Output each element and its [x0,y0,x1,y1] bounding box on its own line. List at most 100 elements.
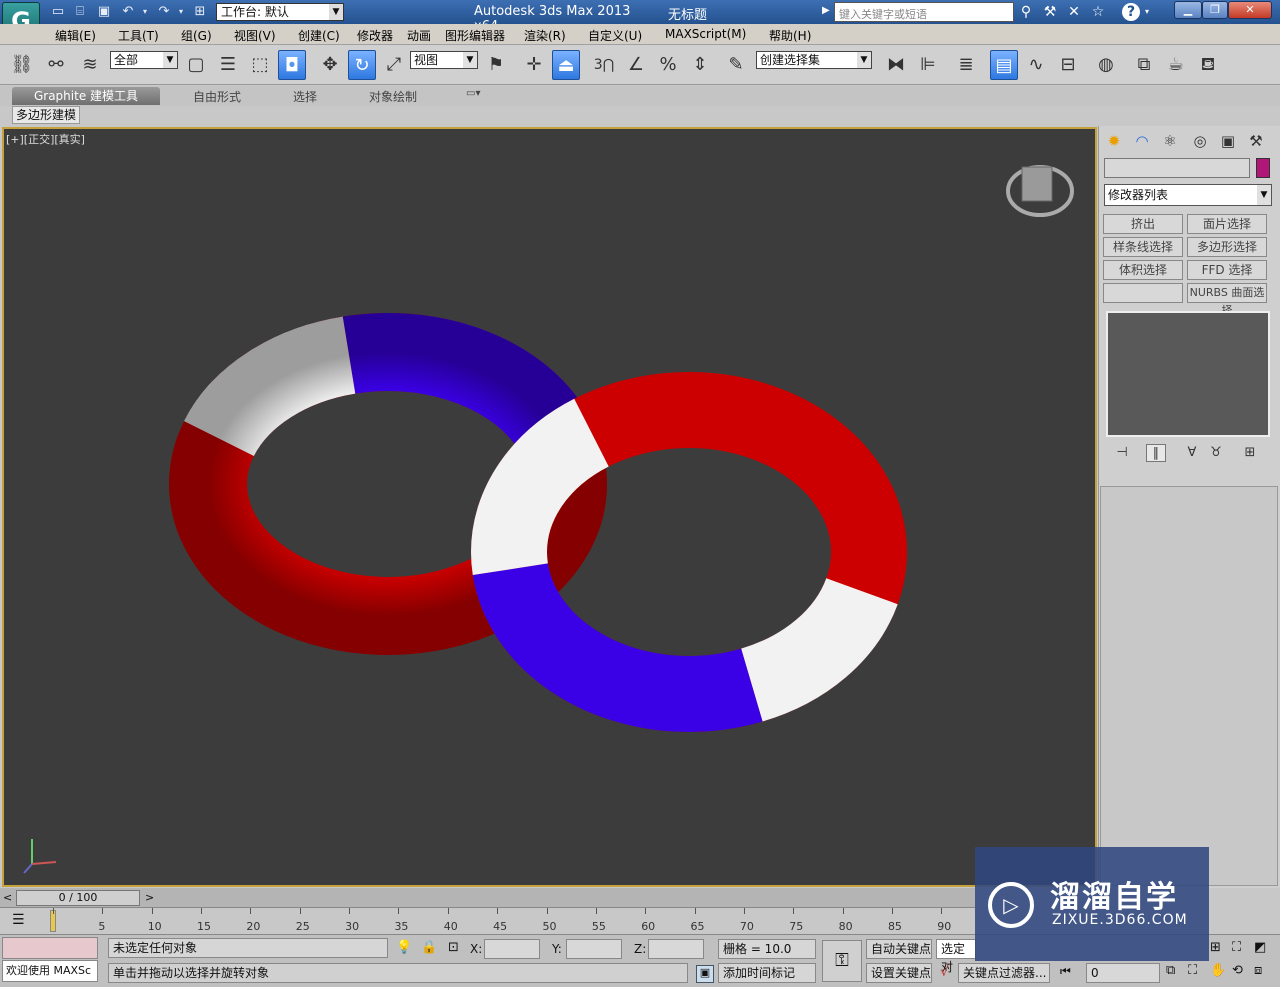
edit-named-selection-icon[interactable]: ✎ [722,50,750,80]
hierarchy-panel-icon[interactable]: ⚛ [1158,130,1182,152]
menu-create[interactable]: 创建(C) [298,27,340,44]
ffd-select-button[interactable]: FFD 选择 [1187,260,1267,280]
search-input[interactable]: 键入关键字或短语 [834,2,1014,22]
viewport-label[interactable]: [+][正交][真实] [6,131,85,147]
reference-coordinate-dropdown[interactable]: 视图 ▼ [410,51,478,69]
create-panel-icon[interactable]: ✹ [1102,130,1126,152]
menu-customize[interactable]: 自定义(U) [588,27,642,44]
spinner-snap-icon[interactable]: ⇕ [686,50,714,80]
spline-select-button[interactable]: 样条线选择 [1103,237,1183,257]
align-icon[interactable]: ⊫ [914,50,942,80]
tab-object-paint[interactable]: 对象绘制 [369,88,417,105]
pin-stack-icon[interactable]: ⊣ [1112,444,1132,462]
display-panel-icon[interactable]: ▣ [1216,130,1240,152]
make-unique-icon[interactable]: ∀ [1182,444,1202,462]
menu-animation[interactable]: 动画 [407,27,431,44]
field-of-view-icon[interactable]: ◩ [1254,940,1266,955]
auto-key-button[interactable]: 自动关键点 [866,939,932,959]
tab-graphite-modeling[interactable]: Graphite 建模工具 [12,87,160,105]
communication-center-icon[interactable]: ✕ [1064,3,1084,21]
open-file-icon[interactable]: ⌸ [72,4,88,20]
zoom-all-icon[interactable]: ⊞ [1210,940,1221,955]
go-to-start-icon[interactable]: ⏮ [1060,964,1071,979]
set-key-button[interactable]: 设置关键点 [866,963,932,983]
motion-panel-icon[interactable]: ◎ [1188,130,1212,152]
new-file-icon[interactable]: ▭ [50,4,66,20]
subscription-icon[interactable]: ⚒ [1040,3,1060,21]
modifier-list-dropdown[interactable]: 修改器列表 ▼ [1104,184,1272,206]
utilities-panel-icon[interactable]: ⚒ [1244,130,1268,152]
favorites-star-icon[interactable]: ☆ [1088,3,1108,21]
selection-filter-dropdown[interactable]: 全部 ▼ [110,51,178,69]
modifier-stack-list[interactable] [1106,311,1270,437]
zoom-extents-all-icon[interactable]: ⛶ [1232,940,1241,955]
help-dropdown-icon[interactable]: ▾ [1142,3,1152,21]
z-coordinate-field[interactable] [648,939,704,959]
add-time-tag-button[interactable]: 添加时间标记 [718,963,816,983]
tab-selection[interactable]: 选择 [293,88,317,105]
workspace-dropdown[interactable]: 工作台: 默认 ▼ [216,3,344,21]
show-end-result-icon[interactable]: ∥ [1146,444,1166,462]
bind-space-warp-icon[interactable]: ≋ [76,50,104,80]
render-production-icon[interactable]: ⛾ [1194,50,1222,80]
redo-dropdown-icon[interactable]: ▾ [176,4,186,20]
maxscript-listener-mini[interactable] [2,937,98,959]
poly-select-button[interactable]: 多边形选择 [1187,237,1267,257]
viewport-front[interactable] [2,127,1097,887]
object-name-field[interactable] [1104,158,1250,178]
extrude-button[interactable]: 挤出 [1103,214,1183,234]
track-bar[interactable] [0,907,975,934]
expand-search-icon[interactable]: ▶ [822,5,830,16]
tab-polygon-modeling[interactable]: 多边形建模 [12,106,80,124]
maximize-viewport-icon[interactable]: ⧈ [1254,963,1262,978]
object-color-swatch[interactable] [1256,158,1270,178]
move-icon[interactable]: ✥ [316,50,344,80]
key-filter-icon[interactable]: √ [940,964,949,980]
selection-lock-icon[interactable]: 🔒 [421,940,437,955]
schematic-view-icon[interactable]: ⊟ [1054,50,1082,80]
help-icon[interactable]: ? [1122,3,1140,21]
time-slider[interactable]: 0 / 100 [16,890,140,906]
undo-dropdown-icon[interactable]: ▾ [140,4,150,20]
save-file-icon[interactable]: ▣ [96,4,112,20]
menu-edit[interactable]: 编辑(E) [55,27,96,44]
key-filters-button[interactable]: 关键点过滤器... [958,963,1050,983]
mini-curve-editor-icon[interactable]: ☰ [12,912,25,928]
nurbs-surface-select-button[interactable]: NURBS 曲面选择 [1187,283,1267,317]
percent-snap-icon[interactable]: % [654,50,682,80]
render-setup-icon[interactable]: ⧉ [1130,50,1158,80]
snaps-toggle-icon[interactable]: 3⋂ [590,50,618,80]
close-button[interactable]: ✕ [1228,1,1272,19]
vol-select-button[interactable]: 体积选择 [1103,260,1183,280]
ribbon-options-icon[interactable]: ▭▾ [466,88,480,99]
pivot-center-icon[interactable]: ⚑ [482,50,510,80]
menu-graph-editors[interactable]: 图形编辑器 [445,27,505,44]
maxscript-welcome[interactable]: 欢迎使用 MAXSc [2,960,98,982]
tab-freeform[interactable]: 自由形式 [193,88,241,105]
named-selection-dropdown[interactable]: 创建选择集 ▼ [756,51,872,69]
remove-modifier-icon[interactable]: ♉ [1206,444,1226,462]
menu-views[interactable]: 视图(V) [234,27,276,44]
menu-modifiers[interactable]: 修改器 [357,27,393,44]
select-manipulate-icon[interactable]: ✛ [520,50,548,80]
keyboard-shortcut-override-icon[interactable]: ⏏ [552,50,580,80]
y-coordinate-field[interactable] [566,939,622,959]
orbit-icon[interactable]: ⟲ [1232,963,1243,978]
redo-icon[interactable]: ↷ [156,4,172,20]
isolate-selection-icon[interactable]: 💡 [396,940,412,955]
angle-snap-icon[interactable]: ∠ [622,50,650,80]
layer-manager-icon[interactable]: ≣ [952,50,980,80]
material-editor-icon[interactable]: ◍ [1092,50,1120,80]
rotate-icon[interactable]: ↻ [348,50,376,80]
menu-tools[interactable]: 工具(T) [118,27,159,44]
mirror-icon[interactable]: ⧓ [882,50,910,80]
curve-editor-icon[interactable]: ∿ [1022,50,1050,80]
menu-rendering[interactable]: 渲染(R) [524,27,566,44]
restore-button[interactable]: ❐ [1202,1,1228,19]
patch-select-button[interactable]: 面片选择 [1187,214,1267,234]
time-config-icon[interactable]: ⧉ [1166,963,1175,978]
next-frame-icon[interactable]: > [145,891,154,904]
set-key-icon[interactable]: ⚿ [822,940,862,982]
x-coordinate-field[interactable] [484,939,540,959]
absolute-mode-icon[interactable]: ⊡ [448,940,459,955]
